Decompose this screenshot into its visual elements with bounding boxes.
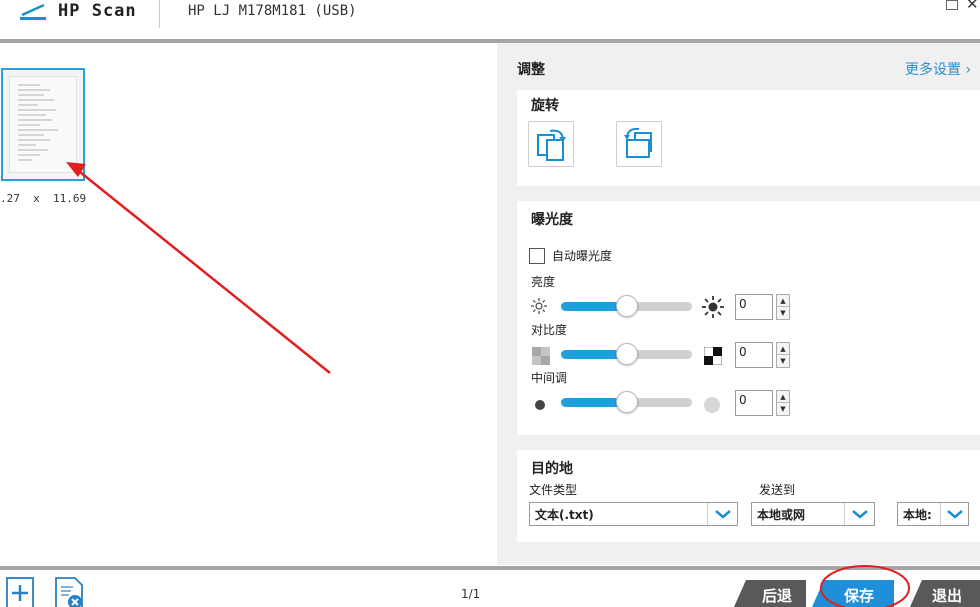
adjust-heading: 调整	[517, 62, 545, 78]
header-divider	[159, 0, 160, 28]
spin-up-icon[interactable]: ▲	[777, 295, 789, 307]
send-to-value: 本地或网	[757, 508, 806, 522]
back-button[interactable]: 后退	[748, 582, 806, 607]
midtone-light-icon	[704, 397, 720, 413]
rotate-left-icon	[537, 129, 566, 161]
contrast-high-icon	[704, 347, 722, 365]
footer-bar: 1/1 后退 保存 退出	[0, 570, 980, 607]
exit-button[interactable]: 退出	[922, 582, 972, 607]
exposure-card: 曝光度 自动曝光度 亮度 0 ▲ ▼ 对比度 0 ▲ ▼ 中间调 0 ▲ ▼	[517, 201, 980, 435]
device-name: HP LJ M178M181 (USB)	[188, 3, 357, 19]
scanner-logo-icon	[20, 4, 46, 20]
rotate-left-button[interactable]	[528, 121, 574, 167]
brightness-slider[interactable]	[561, 295, 692, 317]
brightness-label: 亮度	[531, 275, 556, 289]
adjustments-panel: 调整 更多设置 › 旋转 曝光度 自动曝光度 亮度 0 ▲ ▼ 对比度 0 ▲ …	[497, 43, 980, 565]
rotate-right-icon	[624, 127, 652, 158]
midtone-label: 中间调	[531, 371, 568, 385]
close-icon[interactable]: ✕	[966, 0, 979, 13]
delete-page-icon[interactable]	[53, 576, 85, 607]
page-preview-image	[9, 76, 77, 173]
file-type-value: 文本(.txt)	[535, 508, 594, 522]
exposure-heading: 曝光度	[531, 212, 573, 228]
midtone-slider-thumb[interactable]	[615, 391, 638, 413]
hp-scan-window: HP Scan HP LJ M178M181 (USB) ✕ .27 x 11.…	[0, 0, 980, 607]
chevron-down-icon[interactable]	[844, 503, 874, 525]
contrast-label: 对比度	[531, 323, 568, 337]
auto-exposure-checkbox[interactable]	[529, 248, 545, 264]
more-settings-link[interactable]: 更多设置 ›	[905, 59, 971, 79]
brightness-high-icon	[702, 296, 724, 318]
add-page-icon[interactable]	[5, 576, 37, 607]
page-size-label: .27 x 11.69	[0, 192, 87, 205]
restore-window-icon[interactable]	[946, 0, 958, 10]
spin-up-icon[interactable]: ▲	[777, 391, 789, 403]
rotate-right-button[interactable]	[616, 121, 662, 167]
contrast-low-icon	[532, 347, 550, 365]
midtone-slider[interactable]	[561, 391, 692, 413]
auto-exposure-label: 自动曝光度	[552, 249, 613, 263]
preview-pane: .27 x 11.69	[0, 43, 497, 565]
contrast-slider[interactable]	[561, 343, 692, 365]
file-type-label: 文件类型	[529, 483, 578, 497]
chevron-right-icon: ›	[961, 62, 972, 78]
brightness-low-icon	[531, 298, 547, 314]
midtone-spinner[interactable]: ▲ ▼	[776, 390, 790, 416]
contrast-input[interactable]: 0	[735, 342, 773, 368]
document-text-lines	[18, 84, 58, 161]
chevron-down-icon[interactable]	[940, 503, 968, 525]
spin-down-icon[interactable]: ▼	[777, 307, 789, 319]
spin-up-icon[interactable]: ▲	[777, 343, 789, 355]
spin-down-icon[interactable]: ▼	[777, 355, 789, 367]
destination-card: 目的地 文件类型 发送到 文本(.txt) 本地或网 本地:	[517, 450, 980, 542]
more-settings-label: 更多设置	[905, 62, 961, 78]
title-bar: HP Scan HP LJ M178M181 (USB) ✕	[0, 0, 980, 40]
midtone-dark-icon	[535, 400, 545, 410]
destination-heading: 目的地	[531, 461, 573, 477]
midtone-input[interactable]: 0	[735, 390, 773, 416]
location-value: 本地:	[903, 508, 932, 522]
save-button[interactable]: 保存	[826, 582, 892, 607]
send-to-select[interactable]: 本地或网	[751, 502, 875, 526]
chevron-down-icon[interactable]	[707, 503, 737, 525]
contrast-spinner[interactable]: ▲ ▼	[776, 342, 790, 368]
spin-down-icon[interactable]: ▼	[777, 403, 789, 415]
location-select[interactable]: 本地:	[897, 502, 969, 526]
brightness-spinner[interactable]: ▲ ▼	[776, 294, 790, 320]
send-to-label: 发送到	[759, 483, 796, 497]
rotate-card: 旋转	[517, 90, 980, 186]
rotate-heading: 旋转	[531, 98, 559, 114]
brightness-slider-thumb[interactable]	[615, 295, 638, 317]
contrast-slider-thumb[interactable]	[615, 343, 638, 365]
file-type-select[interactable]: 文本(.txt)	[529, 502, 738, 526]
app-title: HP Scan	[58, 1, 137, 21]
page-counter: 1/1	[461, 587, 481, 601]
brightness-input[interactable]: 0	[735, 294, 773, 320]
page-thumbnail[interactable]	[1, 68, 85, 181]
